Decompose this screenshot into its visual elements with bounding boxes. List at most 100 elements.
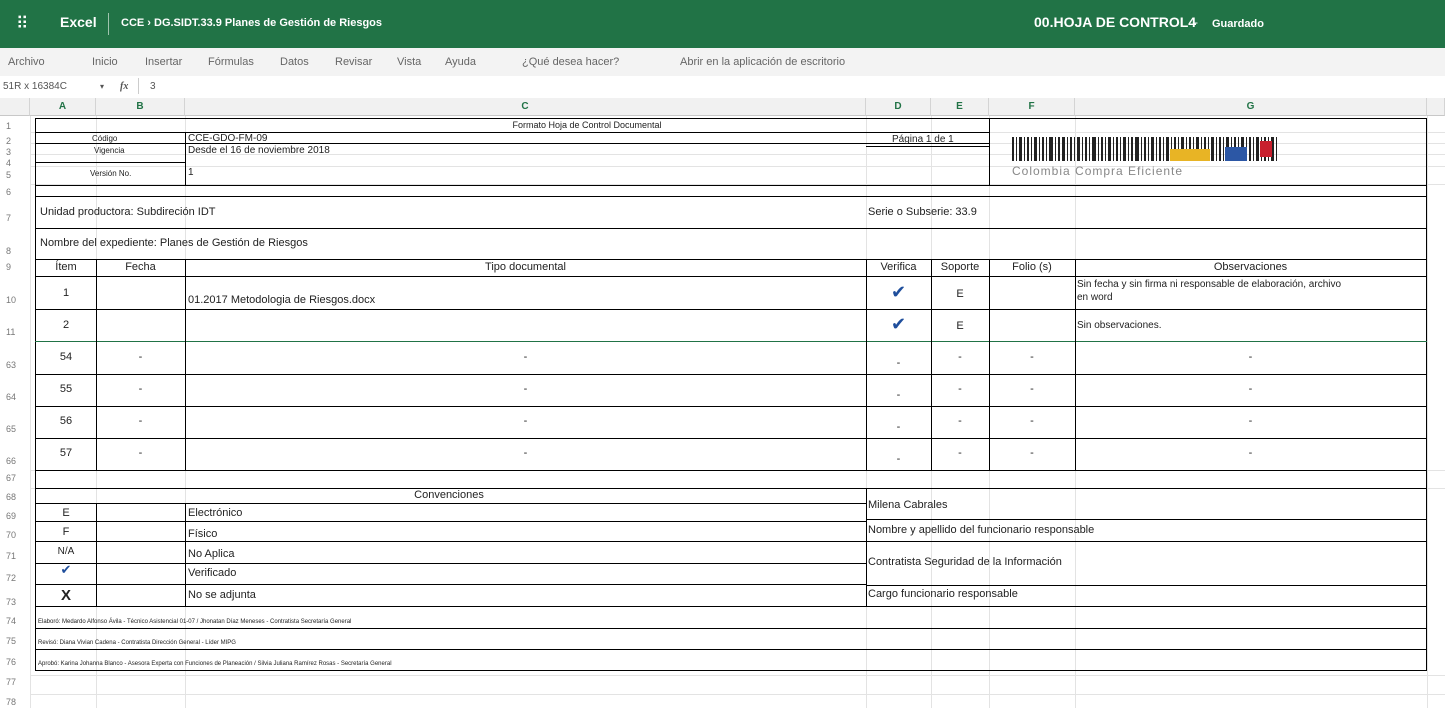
name-box-dropdown-icon[interactable]: ▾ (100, 82, 104, 91)
row-header[interactable]: 11 (0, 327, 30, 337)
column-header-c[interactable]: C (185, 98, 866, 116)
document-title[interactable]: 00.HOJA DE CONTROL4 (1034, 14, 1196, 30)
row54-folio: - (1030, 351, 1034, 363)
form-title: Formato Hoja de Control Documental (512, 120, 662, 130)
nombre-expediente: Nombre del expediente: Planes de Gestión… (40, 237, 308, 249)
conv-label-no-aplica: No Aplica (188, 548, 235, 560)
row-header[interactable]: 68 (0, 492, 30, 502)
row-header[interactable]: 7 (0, 213, 30, 223)
breadcrumb[interactable]: CCE › DG.SIDT.33.9 Planes de Gestión de … (121, 17, 382, 29)
row-header[interactable]: 75 (0, 636, 30, 646)
conv-code-e: E (62, 507, 70, 519)
app-name[interactable]: Excel (60, 14, 97, 30)
border (35, 563, 866, 564)
row-header[interactable]: 77 (0, 677, 30, 687)
row-header[interactable]: 73 (0, 597, 30, 607)
row-header[interactable]: 1 (0, 121, 30, 131)
row-header[interactable]: 66 (0, 456, 30, 466)
row-header[interactable]: 8 (0, 246, 30, 256)
row-header[interactable]: 10 (0, 295, 30, 305)
row-header[interactable]: 72 (0, 573, 30, 583)
border (35, 521, 866, 522)
conv-label-no-se-adjunta: No se adjunta (188, 589, 256, 601)
row57-folio: - (1030, 447, 1034, 459)
gridline (30, 116, 31, 708)
codigo-label: Código (92, 134, 118, 143)
row-header[interactable]: 4 (0, 158, 30, 168)
formula-input[interactable]: 3 (150, 81, 156, 92)
border (35, 374, 1427, 375)
name-box[interactable]: 51R x 16384C (3, 81, 67, 92)
row-header[interactable]: 5 (0, 170, 30, 180)
row57-fecha: - (138, 447, 143, 459)
row-header[interactable]: 63 (0, 360, 30, 370)
row-header[interactable]: 69 (0, 511, 30, 521)
firma-reviso: Revisó: Diana Vivian Cadena - Contratist… (38, 640, 236, 646)
formula-divider (138, 78, 139, 94)
logo-blue-block (1225, 147, 1247, 161)
row54-item: 54 (59, 351, 73, 363)
row1-verifica-check-icon: ✔ (890, 282, 907, 303)
app-launcher-icon[interactable]: ⠿ (16, 15, 34, 33)
row56-folio: - (1030, 415, 1034, 427)
border (35, 670, 1427, 671)
column-header-h[interactable] (1427, 98, 1445, 116)
conv-label-electronico: Electrónico (188, 507, 243, 519)
row-header[interactable]: 3 (0, 147, 30, 157)
row-header[interactable]: 74 (0, 616, 30, 626)
row57-soporte: - (958, 447, 962, 459)
tab-datos[interactable]: Datos (280, 56, 309, 68)
border (35, 438, 1427, 439)
row-header[interactable]: 70 (0, 530, 30, 540)
column-header-e[interactable]: E (931, 98, 989, 116)
border (35, 132, 990, 133)
responsable-nombre-label: Nombre y apellido del funcionario respon… (868, 524, 1095, 536)
row-header[interactable]: 9 (0, 262, 30, 272)
border (35, 584, 866, 585)
border (1426, 606, 1427, 670)
border (866, 585, 1427, 586)
open-desktop-app-button[interactable]: Abrir en la aplicación de escritorio (680, 56, 845, 68)
border (989, 118, 990, 185)
tab-formulas[interactable]: Fórmulas (208, 56, 254, 68)
border (96, 503, 97, 606)
border (866, 519, 1427, 520)
conv-label-verificado: Verificado (188, 567, 237, 579)
column-header-d[interactable]: D (866, 98, 931, 116)
row-header[interactable]: 76 (0, 657, 30, 667)
row57-item: 57 (59, 447, 73, 459)
tab-ayuda[interactable]: Ayuda (445, 56, 476, 68)
column-header-f[interactable]: F (989, 98, 1075, 116)
tell-me-search[interactable]: ¿Qué desea hacer? (522, 56, 619, 68)
row57-obs: - (1248, 447, 1253, 459)
border (1426, 118, 1427, 612)
row-header[interactable]: 78 (0, 697, 30, 707)
row2-soporte: E (956, 320, 964, 332)
row2-obs: Sin observaciones. (1077, 320, 1162, 331)
row-header[interactable]: 65 (0, 424, 30, 434)
tab-archivo[interactable]: Archivo (8, 56, 45, 68)
border (35, 470, 1427, 471)
column-header-a[interactable]: A (30, 98, 96, 116)
tab-vista[interactable]: Vista (397, 56, 421, 68)
select-all-corner[interactable] (0, 98, 30, 116)
row54-verifica: - (896, 357, 901, 369)
header-folio: Folio (s) (1012, 261, 1052, 273)
function-icon[interactable]: fx (120, 81, 128, 92)
row-header[interactable]: 2 (0, 136, 30, 146)
border (35, 162, 185, 163)
column-header-b[interactable]: B (96, 98, 185, 116)
column-header-g[interactable]: G (1075, 98, 1427, 116)
border (989, 259, 990, 470)
responsable-cargo: Contratista Seguridad de la Información (868, 556, 1062, 568)
tab-inicio[interactable]: Inicio (92, 56, 118, 68)
version-value: 1 (188, 167, 194, 178)
row-header[interactable]: 71 (0, 551, 30, 561)
row-header[interactable]: 67 (0, 473, 30, 483)
row55-item: 55 (59, 383, 73, 395)
tab-revisar[interactable]: Revisar (335, 56, 372, 68)
row-header[interactable]: 6 (0, 187, 30, 197)
tab-insertar[interactable]: Insertar (145, 56, 182, 68)
spreadsheet-grid[interactable]: A B C D E F G (0, 98, 1445, 708)
row-header[interactable]: 64 (0, 392, 30, 402)
